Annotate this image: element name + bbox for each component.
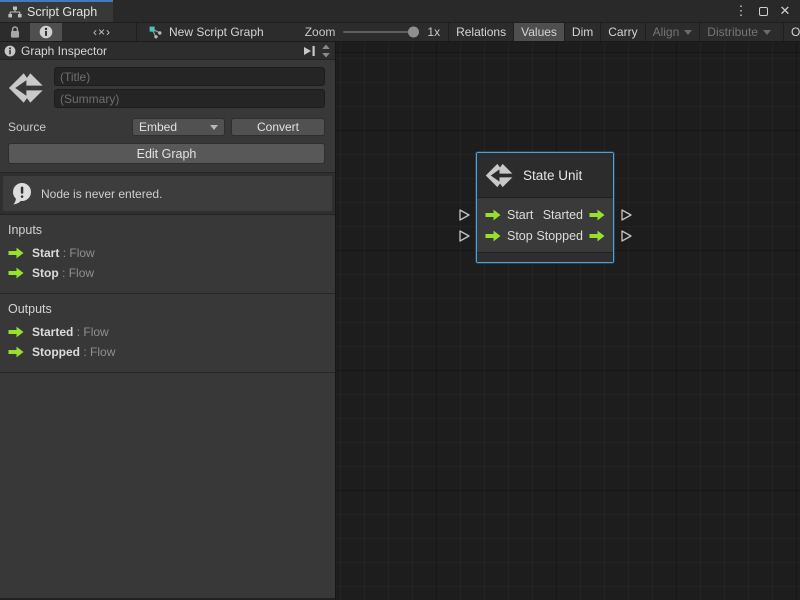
toolbar-button-dim[interactable]: Dim (565, 23, 600, 41)
inspector-header: Graph Inspector (0, 42, 335, 60)
chevron-down-icon (763, 30, 771, 35)
outputs-heading: Outputs (0, 302, 335, 322)
flow-arrow-icon (589, 230, 605, 242)
output-connection-triangle[interactable] (620, 229, 633, 243)
graph-toolbar: ‹×› New Script Graph Zoom 1x Relations V… (0, 22, 800, 42)
input-port-start[interactable]: Start (485, 208, 533, 222)
flow-arrow-icon (8, 267, 24, 279)
graph-inspector-panel: Graph Inspector (0, 42, 336, 600)
lock-button[interactable] (0, 23, 30, 41)
flow-arrow-icon (8, 326, 24, 338)
flow-arrow-icon (8, 247, 24, 259)
dock-panel-icon[interactable] (303, 45, 316, 57)
graph-title-input[interactable] (54, 67, 325, 86)
graph-summary-input[interactable] (54, 89, 325, 108)
script-graph-icon (149, 26, 163, 39)
window-maximize-icon[interactable] (754, 2, 772, 20)
chevron-down-icon (684, 30, 692, 35)
source-dropdown-value: Embed (139, 120, 177, 134)
zoom-value: 1x (427, 25, 440, 39)
port-row-started: Started : Flow (0, 322, 335, 342)
port-row-start: Start : Flow (0, 243, 335, 263)
breadcrumb-label: New Script Graph (169, 25, 264, 39)
edit-graph-button[interactable]: Edit Graph (8, 143, 325, 164)
node-title: State Unit (523, 168, 582, 183)
inputs-section: Inputs Start : Flow Stop : Flow (0, 215, 335, 294)
outputs-section: Outputs Started : Flow Stopped : Flow (0, 294, 335, 373)
chevron-down-icon (210, 125, 218, 130)
tab-bar-empty (113, 0, 732, 22)
graph-hierarchy-icon (8, 6, 22, 18)
warning-text: Node is never entered. (41, 187, 162, 201)
graph-canvas[interactable]: State Unit Start Started (336, 42, 800, 600)
input-connection-triangle[interactable] (458, 208, 471, 222)
source-dropdown[interactable]: Embed (132, 118, 225, 136)
convert-button[interactable]: Convert (231, 118, 325, 136)
source-row: Source Embed Convert (0, 114, 335, 140)
zoom-label: Zoom (305, 25, 336, 39)
inspector-empty-area (0, 373, 335, 598)
warning-box: Node is never entered. (3, 176, 332, 211)
toolbar-button-values[interactable]: Values (514, 23, 564, 41)
toolbar-button-carry[interactable]: Carry (601, 23, 644, 41)
state-unit-node[interactable]: State Unit Start Started (476, 152, 614, 263)
toolbar-button-align[interactable]: Align (646, 23, 700, 41)
toolbar-button-distribute[interactable]: Distribute (700, 23, 778, 41)
inspector-body: Source Embed Convert Edit Graph (0, 60, 335, 600)
toolbar-button-relations[interactable]: Relations (449, 23, 513, 41)
lock-icon (9, 25, 21, 39)
script-graph-window: Script Graph ⋮ ✕ ‹×› (0, 0, 800, 600)
window-controls: ⋮ ✕ (732, 0, 800, 22)
info-icon (39, 25, 53, 39)
state-unit-icon (8, 68, 46, 108)
window-menu-icon[interactable]: ⋮ (732, 2, 750, 20)
info-icon (4, 45, 16, 57)
input-port-stop[interactable]: Stop (485, 229, 533, 243)
graph-breadcrumb[interactable]: New Script Graph (137, 23, 271, 41)
zoom-control: Zoom 1x (297, 23, 448, 41)
warning-strip: Node is never entered. (0, 172, 335, 215)
toolbar-button-overview[interactable]: Overview (784, 23, 800, 41)
variables-icon: ‹×› (93, 25, 111, 39)
main-area: Graph Inspector (0, 42, 800, 600)
maximize-box (759, 7, 768, 16)
inspector-toggle-button[interactable] (30, 23, 62, 41)
node-footer (477, 252, 613, 262)
graph-title-block (0, 60, 335, 114)
scroll-carets-icon[interactable] (321, 43, 331, 59)
flow-arrow-icon (485, 209, 501, 221)
port-row-stop: Stop : Flow (0, 263, 335, 283)
node-port-row: Start Started (477, 204, 613, 225)
output-connection-triangle[interactable] (620, 208, 633, 222)
warning-bubble-icon (11, 182, 33, 205)
zoom-slider[interactable] (343, 23, 419, 41)
flow-arrow-icon (485, 230, 501, 242)
tab-script-graph[interactable]: Script Graph (0, 0, 113, 22)
input-connection-triangle[interactable] (458, 229, 471, 243)
output-port-started[interactable]: Started (543, 208, 605, 222)
inputs-heading: Inputs (0, 223, 335, 243)
node-ports: Start Started Stop Stopped (477, 198, 613, 252)
node-header[interactable]: State Unit (477, 153, 613, 198)
port-row-stopped: Stopped : Flow (0, 342, 335, 362)
flow-arrow-icon (8, 346, 24, 358)
node-port-row: Stop Stopped (477, 225, 613, 246)
inspector-title: Graph Inspector (21, 44, 298, 58)
tab-title: Script Graph (27, 5, 97, 19)
tab-bar: Script Graph ⋮ ✕ (0, 0, 800, 22)
window-close-icon[interactable]: ✕ (776, 2, 794, 20)
output-port-stopped[interactable]: Stopped (536, 229, 605, 243)
state-unit-icon (485, 160, 515, 191)
flow-arrow-icon (589, 209, 605, 221)
blackboard-toggle-button[interactable]: ‹×› (84, 23, 120, 41)
source-label: Source (8, 120, 126, 134)
zoom-slider-knob[interactable] (408, 27, 419, 38)
